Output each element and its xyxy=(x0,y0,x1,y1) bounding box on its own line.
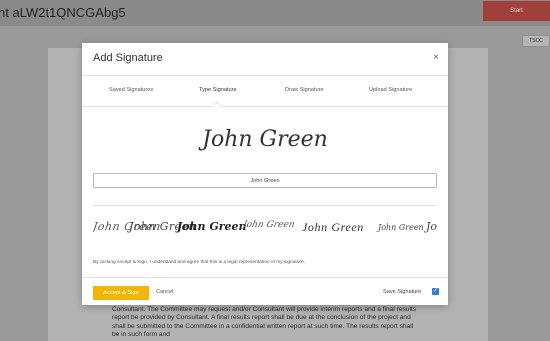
save-signature-checkbox[interactable]: ✓ xyxy=(432,288,439,295)
page-tag: TSCC xyxy=(522,35,550,47)
add-signature-modal: Add Signature × Saved Signatures Type Si… xyxy=(82,43,448,305)
start-button[interactable]: Start xyxy=(483,1,550,21)
tab-draw-signature[interactable]: Draw Signature xyxy=(285,87,324,93)
accept-and-sign-button[interactable]: Accept & Sign xyxy=(93,286,149,300)
tab-type-signature[interactable]: Type Signature xyxy=(199,87,237,93)
tab-saved-signatures[interactable]: Saved Signatures xyxy=(109,87,153,93)
signature-style-option[interactable]: John Green xyxy=(177,220,247,233)
signature-tabs: Saved Signatures Type Signature Draw Sig… xyxy=(82,76,448,107)
modal-title: Add Signature xyxy=(93,52,163,64)
close-icon[interactable]: × xyxy=(433,52,439,63)
modal-header: Add Signature × xyxy=(82,43,448,76)
signature-name-input[interactable] xyxy=(93,173,437,188)
cancel-button[interactable]: Cancel xyxy=(156,289,173,295)
signature-style-option[interactable]: John Green xyxy=(378,223,424,232)
save-signature-label: Save Signature xyxy=(383,289,422,295)
signature-style-options: John Green John Green John Green John Gr… xyxy=(93,214,445,244)
modal-footer: Accept & Sign Cancel Save Signature ✓ xyxy=(82,277,448,306)
signature-style-option[interactable]: John Green xyxy=(302,220,364,235)
divider xyxy=(93,205,437,206)
tab-upload-signature[interactable]: Upload Signature xyxy=(369,87,412,93)
document-title: nt aLW2t1QNCGAbg5 xyxy=(0,5,126,20)
legal-disclaimer: By clicking Accept & Sign, I understand … xyxy=(93,260,305,265)
top-bar: nt aLW2t1QNCGAbg5 Start xyxy=(0,0,550,26)
signature-style-option[interactable]: Jo xyxy=(426,220,437,233)
signature-preview: John Green xyxy=(202,127,328,152)
document-text: Consultant. The Committee may request an… xyxy=(112,306,417,339)
signature-style-option[interactable]: John Green xyxy=(242,220,296,230)
checkmark-icon: ✓ xyxy=(432,288,439,294)
